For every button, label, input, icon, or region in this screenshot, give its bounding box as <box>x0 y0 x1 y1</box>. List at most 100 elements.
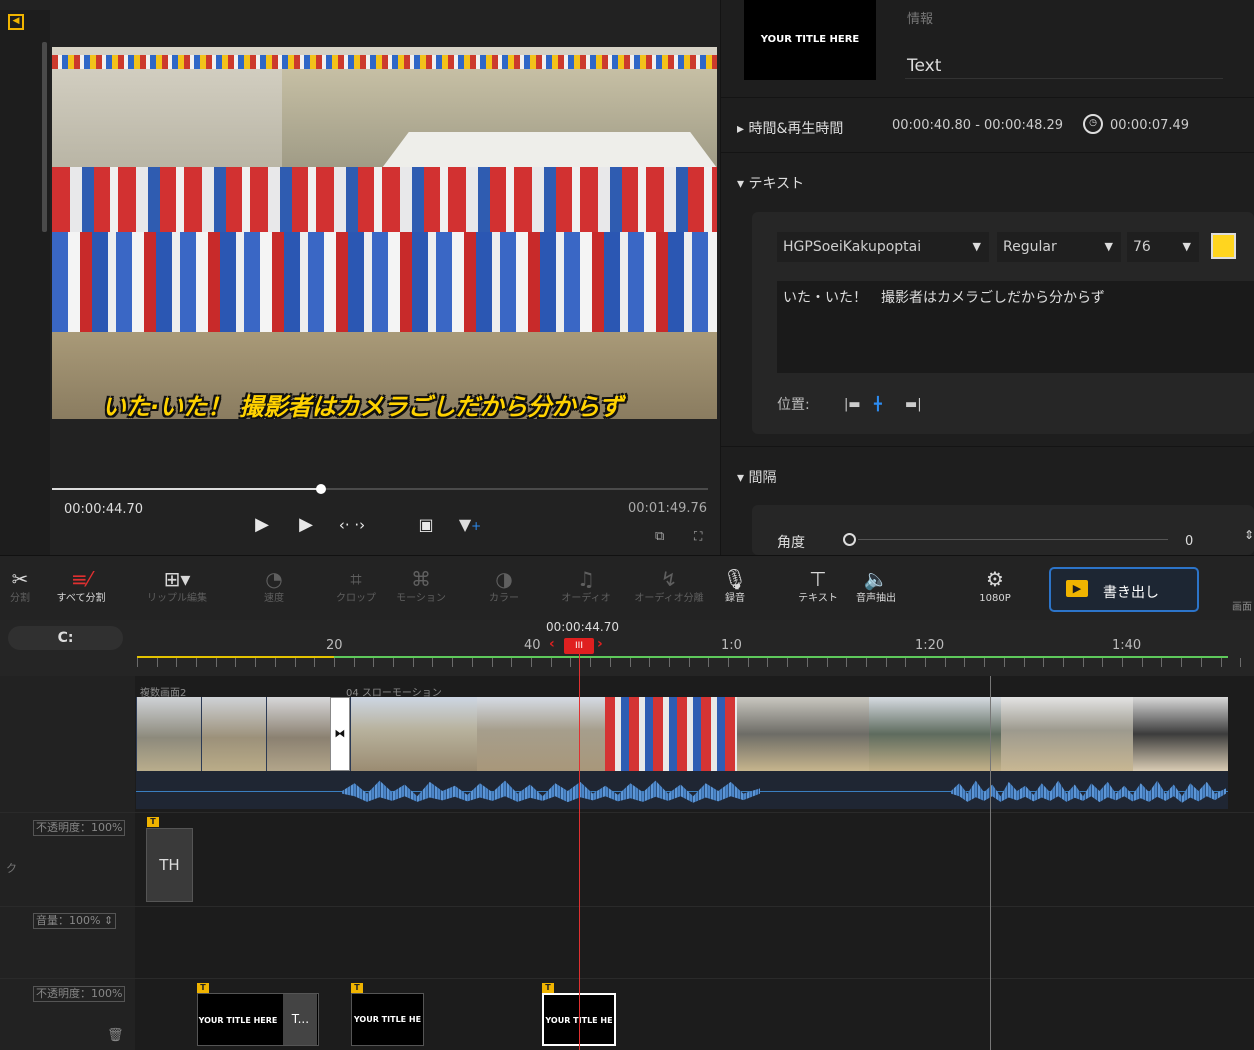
angle-spinner-icon[interactable]: ⇕ <box>1244 528 1254 542</box>
ruler-tick <box>196 658 197 667</box>
ruler-tick <box>413 658 414 667</box>
font-dropdown[interactable]: HGPSoeiKakupoptai ▼ <box>777 232 989 262</box>
nudge-right-icon[interactable]: › <box>597 636 603 652</box>
opacity-badge[interactable]: 不透明度：100% <box>33 986 126 1002</box>
collapse-sidebar-icon[interactable]: ◀ <box>8 14 24 30</box>
transition-icon[interactable]: ⧓ <box>330 697 350 771</box>
ruler-tick <box>1043 658 1044 667</box>
ruler-tick <box>728 658 729 667</box>
align-right-icon[interactable]: ▬| <box>905 397 922 412</box>
volume-label: 音量：100% <box>36 914 101 927</box>
snapshot-icon[interactable]: ▣ <box>412 513 440 539</box>
weight-dropdown[interactable]: Regular ▼ <box>997 232 1121 262</box>
motion-button[interactable]: ⌘ モーション <box>388 566 454 606</box>
speed-button[interactable]: ◔ 速度 <box>252 566 296 606</box>
split-all-icon: ≡⁄ <box>70 567 92 591</box>
ruler-tick <box>945 658 946 667</box>
audio-split-button[interactable]: ↯ オーディオ分離 <box>626 566 712 606</box>
text-color-swatch[interactable] <box>1211 233 1236 259</box>
window-mode-icon[interactable]: ⧉ <box>655 529 664 544</box>
timeline-ruler[interactable] <box>135 620 1254 676</box>
audio-button[interactable]: ♫ オーディオ <box>550 566 622 606</box>
spacing-section-header[interactable]: ▾ 間隔 <box>737 467 776 487</box>
play-from-start-icon[interactable]: ▶ <box>248 513 276 539</box>
ruler-tick <box>393 658 394 667</box>
add-to-timeline-icon[interactable]: ▼+ <box>456 513 484 539</box>
play-icon[interactable]: ▶ <box>292 513 320 539</box>
playhead-handle[interactable]: III <box>564 638 594 654</box>
time-section-label: 時間&再生時間 <box>748 121 844 137</box>
trash-icon[interactable]: 🗑 <box>107 1028 124 1043</box>
clip-label: 04 スローモーション <box>346 688 442 699</box>
text-clip-tag: T <box>147 817 159 827</box>
text-button[interactable]: ⊤ テキスト <box>788 566 848 606</box>
split-all-label: すべて分割 <box>56 593 106 604</box>
title-clip-tag: T <box>351 983 363 993</box>
nudge-left-icon[interactable]: ‹ <box>549 636 555 652</box>
current-time: 00:00:44.70 <box>64 502 144 517</box>
ruler-tick <box>314 658 315 667</box>
playhead-line[interactable] <box>579 654 580 1050</box>
ruler-tick-label: 40 <box>524 638 541 653</box>
align-left-icon[interactable]: |▬ <box>844 397 861 412</box>
crop-button[interactable]: ⌗ クロップ <box>328 566 384 606</box>
angle-slider[interactable] <box>858 539 1168 540</box>
spacing-settings-box <box>752 505 1254 555</box>
ruler-tick <box>492 658 493 667</box>
title-clip-label: YOUR TITLE HERE <box>198 1016 278 1025</box>
divider <box>905 78 1223 79</box>
ruler-tick <box>630 658 631 667</box>
seek-knob[interactable] <box>316 484 326 494</box>
text-clip[interactable]: TH <box>146 828 193 902</box>
subtitle-overlay[interactable]: いた·いた！ 撮影者はカメラごしだから分からず <box>102 387 623 419</box>
split-all-button[interactable]: ≡⁄ すべて分割 <box>46 566 116 606</box>
ruler-tick <box>590 658 591 667</box>
clip-frame <box>202 697 266 771</box>
text-section-header[interactable]: ▾ テキスト <box>737 173 804 193</box>
angle-slider-knob[interactable] <box>843 533 856 546</box>
ruler-tick <box>1024 658 1025 667</box>
ruler-tick <box>354 658 355 667</box>
preview-scrollbar[interactable] <box>42 42 47 232</box>
opacity-badge[interactable]: 不透明度：100% <box>33 820 126 836</box>
clip-name[interactable]: Text <box>907 56 941 76</box>
text-tool-label: テキスト <box>798 593 838 604</box>
audio-split-icon: ↯ <box>660 567 678 591</box>
split-button[interactable]: ✂ 分割 <box>0 566 40 606</box>
time-section-header[interactable]: ▸ 時間&再生時間 <box>737 118 843 138</box>
chevron-down-icon: ▼ <box>1104 240 1113 253</box>
volume-badge[interactable]: 音量：100% ⇕ <box>33 913 117 929</box>
export-label: 書き出し <box>1103 585 1159 601</box>
ruler-tick <box>748 658 749 667</box>
record-button[interactable]: 🎙 録音 <box>718 566 752 606</box>
ruler-tick <box>649 658 650 667</box>
resolution-settings-icon: ⚙ <box>986 567 1004 591</box>
ruler-tick <box>846 658 847 667</box>
ruler-tick <box>551 658 552 667</box>
clip-frame <box>1001 697 1133 771</box>
prev-next-frame-icon[interactable]: ‹· ·› <box>338 513 366 539</box>
angle-value[interactable]: 0 <box>1185 534 1193 549</box>
divider <box>0 978 1254 979</box>
color-button[interactable]: ◑ カラー <box>478 566 530 606</box>
size-value: 76 <box>1133 239 1151 255</box>
fullscreen-icon[interactable]: ⛶ <box>694 529 702 544</box>
video-preview[interactable]: いた·いた！ 撮影者はカメラごしだから分からず <box>52 47 717 419</box>
ruler-tick <box>1102 658 1103 667</box>
screen-button[interactable]: 画面 <box>1232 598 1252 613</box>
tts-button[interactable]: 🔈 音声抽出 <box>850 566 902 606</box>
text-content-input[interactable]: いた・いた！ 撮影者はカメラごしだから分からず <box>777 281 1254 373</box>
ruler-tick-label: 1:20 <box>915 638 945 653</box>
title-clip[interactable]: YOUR TITLE HE <box>351 993 424 1046</box>
motion-label: モーション <box>396 593 446 604</box>
size-dropdown[interactable]: 76 ▼ <box>1127 232 1199 262</box>
title-clip[interactable]: YOUR TITLE HERE T... <box>197 993 319 1046</box>
ripple-edit-button[interactable]: ⊞▾ リップル編集 <box>138 566 216 606</box>
ruler-tick <box>827 658 828 667</box>
resolution-button[interactable]: ⚙ 1080P <box>970 566 1020 606</box>
ruler-tick <box>1122 658 1123 667</box>
audio-label: オーディオ <box>561 593 611 604</box>
magnet-toggle[interactable]: C: <box>8 626 123 650</box>
align-center-icon[interactable]: ╋ <box>874 397 882 412</box>
ruler-tick <box>925 658 926 667</box>
